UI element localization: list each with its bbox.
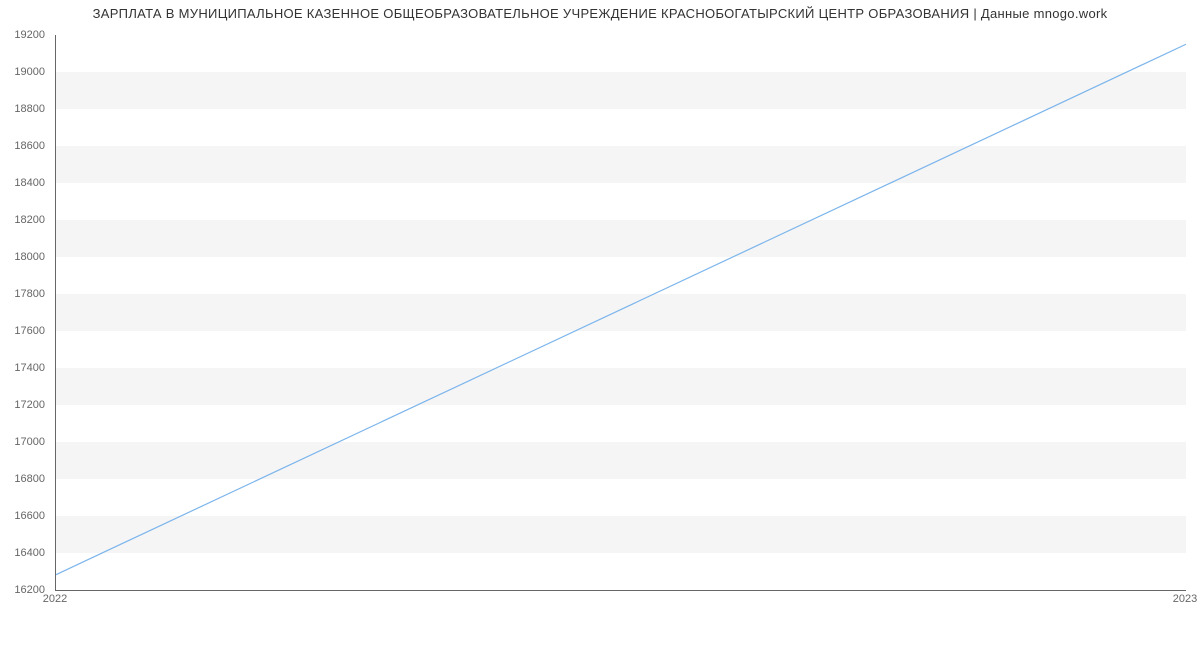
y-tick-label: 18200	[14, 214, 45, 226]
y-tick-label: 16800	[14, 473, 45, 485]
y-tick-label: 17600	[14, 325, 45, 337]
y-tick-label: 19000	[14, 66, 45, 78]
y-tick-label: 19200	[14, 29, 45, 41]
y-axis-ticks: 1620016400166001680017000172001740017600…	[0, 35, 50, 590]
plot-area	[55, 35, 1186, 591]
y-tick-label: 17400	[14, 362, 45, 374]
y-tick-label: 18800	[14, 103, 45, 115]
y-tick-label: 17200	[14, 399, 45, 411]
chart-title: ЗАРПЛАТА В МУНИЦИПАЛЬНОЕ КАЗЕННОЕ ОБЩЕОБ…	[0, 6, 1200, 21]
x-tick-label: 2022	[43, 593, 67, 605]
y-tick-label: 16200	[14, 584, 45, 596]
x-tick-label: 2023	[1173, 593, 1197, 605]
y-tick-label: 18000	[14, 251, 45, 263]
y-tick-label: 17000	[14, 436, 45, 448]
x-axis-ticks: 20222023	[55, 593, 1185, 613]
salary-chart: ЗАРПЛАТА В МУНИЦИПАЛЬНОЕ КАЗЕННОЕ ОБЩЕОБ…	[0, 0, 1200, 650]
y-tick-label: 18400	[14, 177, 45, 189]
line-layer	[56, 35, 1186, 590]
y-tick-label: 17800	[14, 288, 45, 300]
y-tick-label: 16400	[14, 547, 45, 559]
y-tick-label: 18600	[14, 140, 45, 152]
y-tick-label: 16600	[14, 510, 45, 522]
salary-series	[56, 44, 1186, 574]
